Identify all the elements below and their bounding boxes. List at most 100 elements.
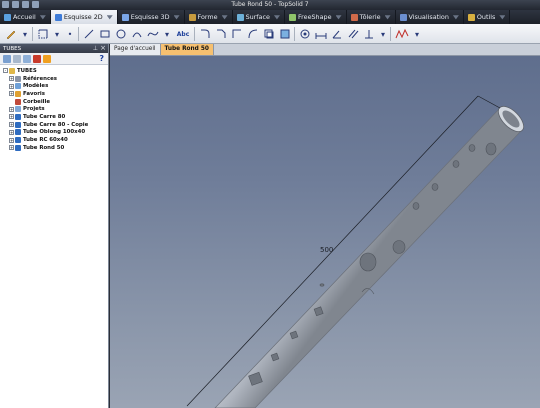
tab-forme[interactable]: Forme (185, 10, 233, 24)
angle-dimension-icon[interactable] (330, 27, 344, 41)
dimension-label: 500 (320, 246, 333, 254)
tree-item-label: Tube Rond 50 (23, 144, 65, 151)
panel-title: TUBES (3, 45, 22, 52)
tab-freeshape[interactable]: FreeShape (285, 10, 347, 24)
tree-item[interactable]: - TUBES (0, 67, 108, 75)
flag-icon[interactable] (33, 55, 41, 63)
hole (485, 142, 497, 156)
tree-item[interactable]: + Tube Rond 50 (0, 144, 108, 152)
tab-label: Tôlerie (359, 13, 381, 21)
tree-item[interactable]: + Tube RC 60x40 (0, 136, 108, 144)
tree-item[interactable]: + Références (0, 75, 108, 83)
chevron-down-icon[interactable] (39, 15, 46, 20)
expand-icon[interactable]: + (9, 91, 14, 97)
expand-icon[interactable]: + (9, 114, 14, 120)
new-project-icon[interactable] (3, 55, 11, 63)
tree-item[interactable]: + Tube Carre 80 (0, 113, 108, 121)
3d-viewport[interactable]: 500 (110, 56, 540, 408)
chevron-down-icon[interactable] (499, 15, 506, 20)
tree-item-label: Tube Oblong 100x40 (23, 129, 86, 136)
offset-icon[interactable] (262, 27, 276, 41)
expand-icon[interactable]: + (9, 122, 14, 128)
perpendicular-icon[interactable] (362, 27, 376, 41)
panel-header: TUBES ⊥ × (0, 44, 108, 53)
tab-surface[interactable]: Surface (233, 10, 285, 24)
panel-toolbar: ? (0, 53, 108, 65)
expand-icon[interactable]: + (9, 76, 14, 82)
chevron-down-icon[interactable] (221, 15, 228, 20)
expand-icon[interactable]: + (9, 106, 14, 112)
circle-icon[interactable] (114, 27, 128, 41)
point-icon[interactable]: • (64, 27, 76, 41)
text-tool[interactable]: Abc (174, 27, 192, 41)
document-tab[interactable]: Page d'accueil (110, 44, 161, 55)
open-icon[interactable] (13, 55, 21, 63)
rectangle-icon[interactable] (98, 27, 112, 41)
tab-label: Surface (245, 13, 270, 21)
project-tree: - TUBES + Références + Modèles + Favoris Corbeil… (0, 65, 108, 152)
chevron-down-icon[interactable] (384, 15, 391, 20)
tab-outils[interactable]: Outils (464, 10, 511, 24)
tab-visualisation[interactable]: Visualisation (396, 10, 464, 24)
tab-label: Esquisse 2D (63, 13, 103, 21)
frame-icon[interactable] (36, 27, 50, 41)
dropdown-arrow-icon[interactable]: ▾ (52, 27, 62, 41)
warning-icon[interactable] (43, 55, 51, 63)
arc-icon[interactable] (130, 27, 144, 41)
refresh-icon[interactable] (23, 55, 31, 63)
favorites-icon (15, 90, 21, 97)
help-icon[interactable]: ? (99, 54, 104, 63)
hole (431, 183, 439, 191)
tree-item-label: Tube RC 60x40 (23, 137, 68, 144)
extend-icon[interactable] (246, 27, 260, 41)
chevron-down-icon[interactable] (173, 15, 180, 20)
line-icon[interactable] (82, 27, 96, 41)
part-icon (15, 129, 21, 136)
tab-accueil[interactable]: Accueil (0, 10, 51, 24)
expand-icon[interactable]: + (9, 83, 14, 89)
tree-item[interactable]: Corbeille (0, 98, 108, 106)
pattern-icon[interactable] (278, 27, 292, 41)
collapse-icon[interactable]: - (3, 68, 8, 74)
tube-model: 500 (186, 95, 525, 408)
tree-item[interactable]: + Modèles (0, 82, 108, 90)
expand-icon[interactable]: + (9, 145, 14, 151)
document-tab[interactable]: Tube Rond 50 (160, 44, 214, 55)
tab-esquisse-3d[interactable]: Esquisse 3D (118, 10, 185, 24)
ribbon-tab-bar: Accueil Esquisse 2D Esquisse 3D Forme Surfac… (0, 10, 540, 24)
freeshape-icon (288, 13, 296, 21)
expand-icon[interactable]: + (9, 129, 14, 135)
tree-item[interactable]: + Tube Oblong 100x40 (0, 129, 108, 137)
measure-icon[interactable] (394, 27, 410, 41)
close-icon[interactable]: × (100, 44, 106, 52)
tab-esquisse-2d[interactable]: Esquisse 2D (50, 10, 118, 24)
dimension-icon[interactable] (314, 27, 328, 41)
dropdown-arrow-icon[interactable]: ▾ (412, 27, 422, 41)
models-icon (15, 83, 21, 90)
expand-icon[interactable]: + (9, 137, 14, 143)
dropdown-arrow-icon[interactable]: ▾ (162, 27, 172, 41)
hole (392, 240, 406, 254)
chevron-down-icon[interactable] (273, 15, 280, 20)
parallel-icon[interactable] (346, 27, 360, 41)
dropdown-arrow-icon[interactable]: ▾ (20, 27, 30, 41)
tree-item-label: Favoris (23, 90, 45, 97)
chamfer-icon[interactable] (214, 27, 228, 41)
chevron-down-icon[interactable] (452, 15, 459, 20)
constraint-icon[interactable] (298, 27, 312, 41)
tab-tôlerie[interactable]: Tôlerie (347, 10, 396, 24)
trim-icon[interactable] (230, 27, 244, 41)
tree-item-label: TUBES (17, 67, 37, 74)
chevron-down-icon[interactable] (106, 15, 113, 20)
pencil-icon[interactable] (4, 27, 18, 41)
tree-item[interactable]: + Favoris (0, 90, 108, 98)
chevron-down-icon[interactable] (335, 15, 342, 20)
tree-item[interactable]: + Projets (0, 105, 108, 113)
hole (452, 160, 460, 168)
dropdown-arrow-icon[interactable]: ▾ (378, 27, 388, 41)
pin-icon[interactable]: ⊥ (93, 45, 98, 52)
spline-icon[interactable] (146, 27, 160, 41)
tree-item[interactable]: + Tube Carre 80 - Copie (0, 121, 108, 129)
fillet-icon[interactable] (198, 27, 212, 41)
tab-label: Forme (197, 13, 218, 21)
